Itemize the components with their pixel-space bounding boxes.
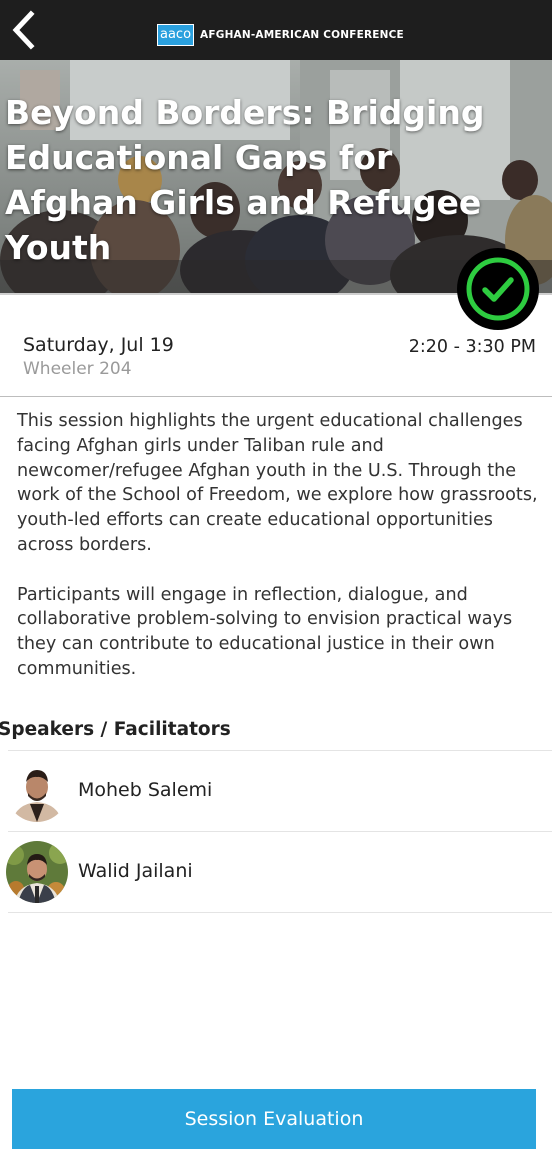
back-button[interactable]: [6, 8, 42, 52]
attending-toggle[interactable]: [456, 247, 540, 331]
avatar: [6, 760, 68, 822]
speaker-name: Moheb Salemi: [78, 779, 213, 801]
brand: aaco AFGHAN-AMERICAN CONFERENCE: [157, 19, 404, 51]
session-title: Beyond Borders: Bridging Educational Gap…: [5, 93, 485, 267]
session-date: Saturday, Jul 19: [23, 334, 174, 356]
check-circle-icon: [457, 248, 539, 330]
app-header: aaco AFGHAN-AMERICAN CONFERENCE: [0, 0, 552, 60]
description-paragraph: Participants will engage in reflection, …: [17, 584, 513, 679]
session-description: This session highlights the urgent educa…: [17, 409, 547, 707]
speaker-row[interactable]: Moheb Salemi: [0, 750, 552, 832]
description-paragraph: This session highlights the urgent educa…: [17, 411, 538, 555]
avatar: [6, 841, 68, 903]
session-room: Wheeler 204: [23, 359, 132, 379]
chevron-left-icon: [12, 10, 35, 50]
session-time: 2:20 - 3:30 PM: [408, 337, 536, 357]
list-divider: [8, 912, 552, 913]
brand-name: AFGHAN-AMERICAN CONFERENCE: [200, 29, 404, 41]
session-detail-screen: aaco AFGHAN-AMERICAN CONFERENCE Beyond B…: [0, 0, 552, 1158]
speakers-heading: Speakers / Facilitators: [0, 719, 231, 740]
row-divider: [8, 750, 552, 751]
speaker-row[interactable]: Walid Jailani: [0, 831, 552, 913]
brand-logo: aaco: [157, 24, 195, 46]
session-evaluation-button[interactable]: Session Evaluation: [12, 1089, 536, 1149]
row-divider: [8, 831, 552, 832]
details-divider: [0, 396, 552, 397]
speaker-name: Walid Jailani: [78, 860, 193, 882]
